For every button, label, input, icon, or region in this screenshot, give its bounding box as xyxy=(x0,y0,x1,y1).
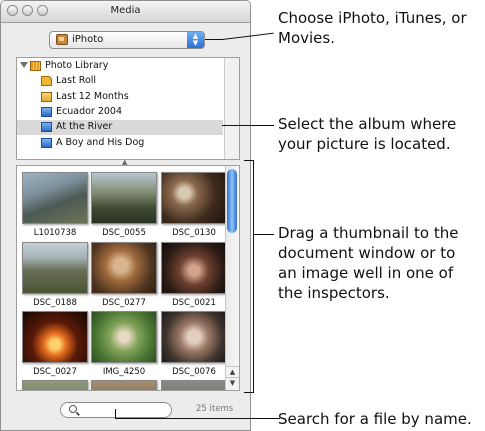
thumbnail-image[interactable] xyxy=(22,311,88,363)
thumbnail-caption: L1010738 xyxy=(33,228,77,238)
callout-text: Movies. xyxy=(278,29,335,47)
thumbnail-caption: DSC_0277 xyxy=(102,298,146,308)
callout-album: Select the album where your picture is l… xyxy=(278,114,456,154)
last-roll-icon xyxy=(41,76,52,86)
search-field[interactable] xyxy=(60,402,172,418)
thumbnail-item[interactable] xyxy=(91,380,157,390)
item-count: 25 items xyxy=(196,404,234,414)
thumbnail-image[interactable] xyxy=(161,172,227,224)
thumbnail-image[interactable] xyxy=(22,380,88,390)
thumbnail-item[interactable]: L1010738 xyxy=(22,172,88,244)
callout-leader-search-up xyxy=(115,409,116,419)
album-list: Photo Library Last Roll Last 12 Months E… xyxy=(16,57,240,160)
thumbnail-caption: DSC_0076 xyxy=(172,367,216,377)
album-item-label: Ecuador 2004 xyxy=(56,106,123,117)
thumbnail-caption: DSC_0130 xyxy=(172,228,216,238)
callout-text: Search for a file by name. xyxy=(278,410,472,428)
media-browser-window: Media iPhoto ▲ ▼ Photo Library Last Roll … xyxy=(0,0,251,431)
album-item-label: Last 12 Months xyxy=(56,91,129,102)
thumbnail-item[interactable]: DSC_0076 xyxy=(161,311,227,383)
disclosure-triangle-icon[interactable] xyxy=(20,62,28,68)
split-view-divider[interactable]: ▲ xyxy=(1,158,250,166)
album-item-at-the-river[interactable]: At the River xyxy=(17,120,223,135)
search-icon xyxy=(69,405,77,413)
thumbnail-image[interactable] xyxy=(91,172,157,224)
library-root-label: Photo Library xyxy=(45,60,109,71)
callout-text: Drag a thumbnail to the xyxy=(278,224,459,242)
thumbnail-caption: IMG_4250 xyxy=(102,367,146,377)
thumbnail-caption: DSC_0055 xyxy=(102,228,146,238)
callout-text: Choose iPhoto, iTunes, or xyxy=(278,9,467,27)
title-bar[interactable]: Media xyxy=(1,1,250,23)
thumbnail-image[interactable] xyxy=(91,242,157,294)
callout-leader-album xyxy=(222,125,274,126)
thumbnail-item[interactable]: DSC_0027 xyxy=(22,311,88,383)
album-item-label: A Boy and His Dog xyxy=(56,137,145,148)
callout-text: your picture is located. xyxy=(278,135,451,153)
window-title: Media xyxy=(110,5,141,16)
thumbnail-caption: DSC_0188 xyxy=(33,298,77,308)
thumbnail-image[interactable] xyxy=(22,242,88,294)
library-root-item[interactable]: Photo Library xyxy=(17,59,223,74)
album-icon xyxy=(41,138,52,148)
thumbnail-item[interactable]: DSC_0277 xyxy=(91,242,157,314)
thumbnail-image[interactable] xyxy=(91,380,157,390)
album-item-last-roll[interactable]: Last Roll xyxy=(17,74,223,89)
calendar-icon xyxy=(41,92,52,102)
thumbnail-image[interactable] xyxy=(22,172,88,224)
thumbnail-image[interactable] xyxy=(161,380,227,390)
chevron-updown-icon: ▲ ▼ xyxy=(187,32,204,48)
thumbnail-scrollbar[interactable]: ▲ ▼ xyxy=(225,166,239,390)
album-item-label: Last Roll xyxy=(56,75,97,86)
thumbnail-item[interactable]: IMG_4250 xyxy=(91,311,157,383)
iphoto-icon xyxy=(56,34,68,45)
thumbnail-image[interactable] xyxy=(161,242,227,294)
album-list-scrollbar[interactable] xyxy=(224,58,239,159)
thumbnail-item[interactable] xyxy=(161,380,227,390)
callout-popup: Choose iPhoto, iTunes, or Movies. xyxy=(278,8,467,48)
photo-library-icon xyxy=(30,61,41,71)
callout-search: Search for a file by name. xyxy=(278,409,472,429)
thumbnail-caption: DSC_0021 xyxy=(172,298,216,308)
callout-bracket xyxy=(253,160,254,393)
callout-leader-drag xyxy=(254,234,274,235)
thumbnail-caption: DSC_0027 xyxy=(33,367,77,377)
callout-leader-search xyxy=(115,418,280,419)
thumbnail-item[interactable]: DSC_0130 xyxy=(161,172,227,244)
callout-text: the inspectors. xyxy=(278,284,390,302)
source-popup[interactable]: iPhoto ▲ ▼ xyxy=(49,31,205,49)
callout-text: document window or to xyxy=(278,244,456,262)
album-item-ecuador-2004[interactable]: Ecuador 2004 xyxy=(17,105,223,120)
callout-drag: Drag a thumbnail to the document window … xyxy=(278,223,458,303)
thumbnail-item[interactable]: DSC_0055 xyxy=(91,172,157,244)
scrollbar-thumb[interactable] xyxy=(227,169,237,233)
callout-leader-popup xyxy=(205,39,223,40)
thumbnail-image[interactable] xyxy=(161,311,227,363)
callout-bracket-bottom xyxy=(244,392,254,393)
album-item-a-boy-and-his-dog[interactable]: A Boy and His Dog xyxy=(17,136,223,151)
album-icon xyxy=(41,122,52,132)
thumbnail-item[interactable]: DSC_0188 xyxy=(22,242,88,314)
thumbnail-image[interactable] xyxy=(91,311,157,363)
album-item-label: At the River xyxy=(56,121,113,132)
thumbnail-item[interactable]: DSC_0021 xyxy=(161,242,227,314)
callout-text: Select the album where xyxy=(278,115,457,133)
thumbnail-item[interactable] xyxy=(22,380,88,390)
callout-text: an image well in one of xyxy=(278,264,454,282)
thumbnail-grid: L1010738 DSC_0055 DSC_0130 DSC_0188 DSC_… xyxy=(16,165,240,391)
source-popup-label: iPhoto xyxy=(72,34,104,45)
album-item-last-12-months[interactable]: Last 12 Months xyxy=(17,90,223,105)
scroll-down-arrow-icon[interactable]: ▼ xyxy=(226,377,239,389)
album-icon xyxy=(41,107,52,117)
